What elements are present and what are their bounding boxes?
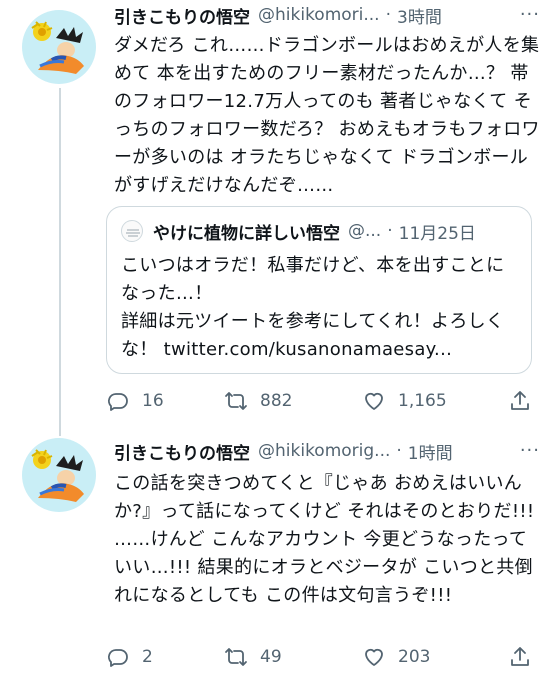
tweet-actions: 16 882 1,165: [106, 386, 532, 416]
avatar[interactable]: [22, 438, 96, 512]
reply-count: 16: [142, 391, 164, 411]
user-handle[interactable]: @hikikomorig...: [258, 441, 390, 461]
like-count: 203: [398, 647, 431, 667]
timestamp[interactable]: 1時間: [408, 439, 453, 464]
reply-button[interactable]: 16: [106, 389, 164, 413]
share-button[interactable]: [508, 645, 532, 669]
like-count: 1,165: [398, 391, 447, 411]
reply-icon: [108, 393, 128, 411]
heart-icon: [365, 392, 383, 410]
tweet-header: 引きこもりの悟空 @hikikomorig... · 1時間 ···: [114, 436, 540, 466]
retweet-icon: [225, 648, 247, 666]
quoted-tweet[interactable]: やけに植物に詳しい悟空 @... · 11月25日 こいつはオラだ！私事だけど、…: [106, 206, 532, 374]
thread-connector: [59, 88, 61, 436]
reply-icon: [108, 649, 128, 667]
reply-button[interactable]: 2: [106, 645, 153, 669]
user-handle[interactable]: @hikikomori...: [258, 5, 380, 25]
retweet-count: 882: [260, 391, 293, 411]
like-button[interactable]: 203: [362, 645, 430, 669]
retweet-button[interactable]: 49: [224, 645, 282, 669]
heart-icon: [365, 648, 383, 666]
tweet-body: 引きこもりの悟空 @hikikomorig... · 1時間 ··· この話を突…: [114, 436, 540, 610]
more-icon[interactable]: ···: [520, 4, 540, 25]
share-icon: [511, 391, 529, 410]
retweet-icon: [225, 392, 247, 410]
quote-avatar: [121, 220, 143, 242]
quote-timestamp: 11月25日: [398, 223, 476, 244]
display-name[interactable]: 引きこもりの悟空: [114, 439, 250, 464]
tweet-text: この話を突きつめてくと『じゃあ おめえはいいんか?』って話になってくけど それは…: [114, 473, 541, 606]
reply-count: 2: [142, 647, 153, 667]
quote-header: やけに植物に詳しい悟空 @... · 11月25日: [121, 219, 517, 244]
quote-display-name: やけに植物に詳しい悟空: [153, 223, 340, 244]
timestamp[interactable]: 3時間: [397, 3, 442, 28]
tweet-text: ダメだろ これ……ドラゴンボールはおめえが人を集めて 本を出すためのフリー素材だ…: [114, 35, 540, 196]
tweet-header: 引きこもりの悟空 @hikikomori... · 3時間 ···: [114, 0, 540, 30]
separator-dot: ·: [385, 5, 391, 25]
tweet-actions: 2 49 203: [106, 642, 532, 672]
retweet-button[interactable]: 882: [224, 389, 292, 413]
separator-dot: ·: [396, 441, 402, 461]
display-name[interactable]: 引きこもりの悟空: [114, 3, 250, 28]
retweet-count: 49: [260, 647, 282, 667]
quote-text: こいつはオラだ！私事だけど、本を出すことになった…！ 詳細は元ツイートを参考にし…: [121, 255, 505, 360]
share-icon: [511, 647, 529, 666]
more-icon[interactable]: ···: [520, 440, 540, 461]
quote-handle: @...: [348, 221, 382, 241]
separator-dot: ·: [387, 221, 393, 241]
tweet-body: 引きこもりの悟空 @hikikomori... · 3時間 ··· ダメだろ こ…: [114, 0, 540, 200]
share-button[interactable]: [508, 389, 532, 413]
avatar[interactable]: [22, 10, 96, 84]
like-button[interactable]: 1,165: [362, 389, 447, 413]
